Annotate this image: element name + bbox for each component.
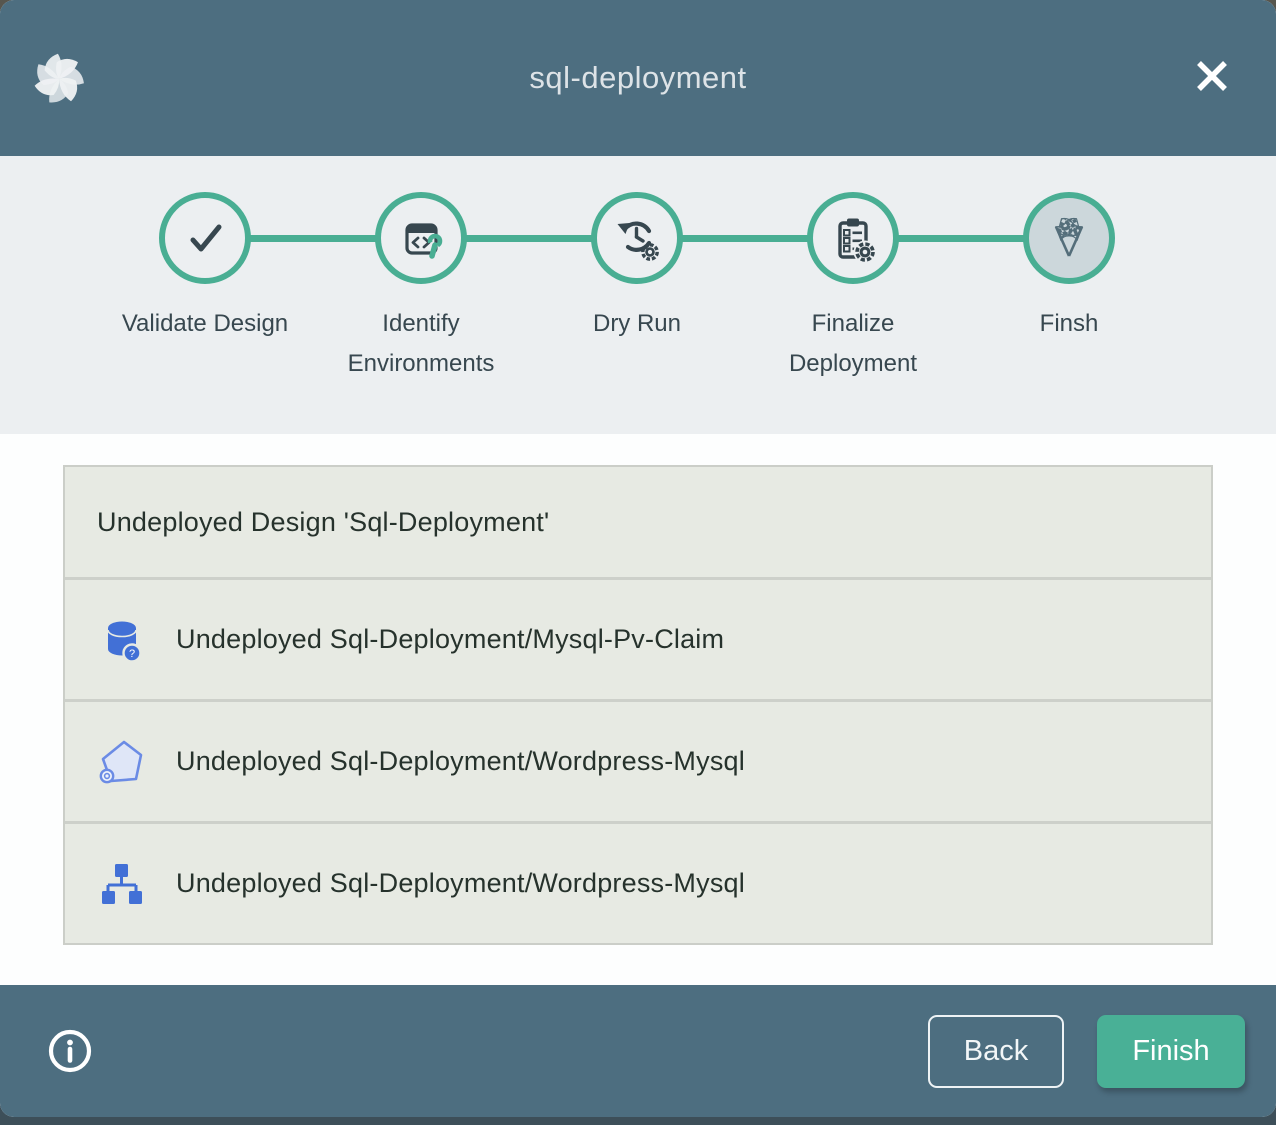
info-circle-icon (47, 1028, 93, 1074)
status-text: Undeployed Sql-Deployment/Mysql-Pv-Claim (176, 624, 724, 655)
svg-text:?: ? (129, 648, 135, 660)
step-circle-active (1023, 192, 1115, 284)
close-icon (1192, 56, 1232, 96)
step-label: Validate Design (122, 304, 288, 344)
close-button[interactable] (1190, 54, 1234, 98)
step-label: Dry Run (593, 304, 681, 344)
checklist-gear-icon (829, 214, 877, 262)
dialog-content: Undeployed Design 'Sql-Deployment' ? Und… (0, 434, 1276, 985)
step-finalize-deployment[interactable]: Finalize Deployment (745, 192, 961, 384)
dialog-title: sql-deployment (0, 60, 1276, 96)
step-circle (591, 192, 683, 284)
step-identify-environments[interactable]: Identify Environments (313, 192, 529, 384)
step-validate-design[interactable]: Validate Design (97, 192, 313, 384)
step-label: Finsh (1040, 304, 1099, 344)
status-text: Undeployed Design 'Sql-Deployment' (97, 507, 549, 538)
sync-gear-icon (613, 214, 661, 262)
finish-button[interactable]: Finish (1097, 1015, 1245, 1088)
database-question-icon: ? (98, 616, 146, 664)
status-text: Undeployed Sql-Deployment/Wordpress-Mysq… (176, 868, 745, 899)
checkmark-icon (181, 214, 229, 262)
status-row-wordpress-mysql-pod: Undeployed Sql-Deployment/Wordpress-Mysq… (65, 699, 1211, 821)
step-label: Identify Environments (321, 304, 521, 384)
checkered-flags-icon (1043, 212, 1095, 264)
code-window-wrench-icon (397, 214, 445, 262)
info-button[interactable] (47, 1028, 93, 1074)
step-circle (807, 192, 899, 284)
topology-tree-icon (98, 860, 146, 908)
wizard-stepper: Validate Design Identify Environments (0, 156, 1276, 434)
step-circle (159, 192, 251, 284)
status-row-design: Undeployed Design 'Sql-Deployment' (65, 467, 1211, 577)
back-button[interactable]: Back (928, 1015, 1064, 1088)
status-row-mysql-pv-claim: ? Undeployed Sql-Deployment/Mysql-Pv-Cla… (65, 577, 1211, 699)
status-text: Undeployed Sql-Deployment/Wordpress-Mysq… (176, 746, 745, 777)
status-row-wordpress-mysql-topology: Undeployed Sql-Deployment/Wordpress-Mysq… (65, 821, 1211, 943)
dialog-header: sql-deployment (0, 0, 1276, 156)
sql-deployment-dialog: sql-deployment Validate Design (0, 0, 1276, 1117)
step-dry-run[interactable]: Dry Run (529, 192, 745, 384)
status-message-panel: Undeployed Design 'Sql-Deployment' ? Und… (63, 465, 1213, 945)
dialog-footer: Back Finish (0, 985, 1276, 1117)
step-circle (375, 192, 467, 284)
pod-pentagon-icon (98, 738, 146, 786)
step-finish[interactable]: Finsh (961, 192, 1177, 384)
step-label: Finalize Deployment (753, 304, 953, 384)
